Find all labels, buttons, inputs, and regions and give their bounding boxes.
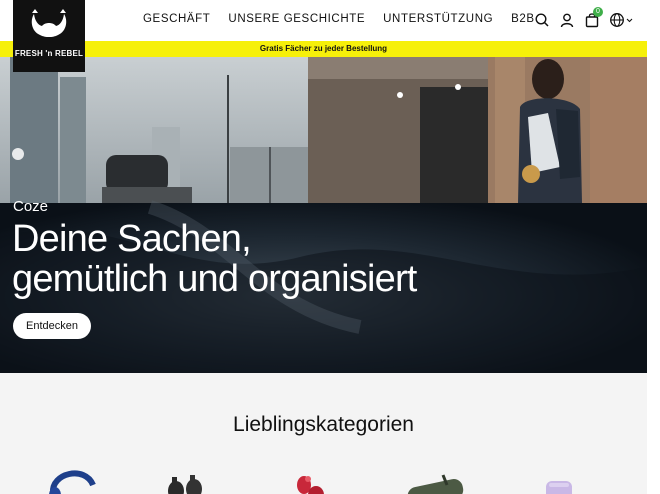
- announcement-bar: Gratis Fächer zu jeder Bestellung: [0, 41, 647, 57]
- logo-wordmark: FRESH 'n REBEL: [14, 49, 84, 58]
- discover-button[interactable]: Entdecken: [13, 313, 91, 339]
- category-earbuds[interactable]: [160, 461, 220, 494]
- category-earbuds-red[interactable]: [290, 461, 350, 494]
- category-speaker[interactable]: [405, 461, 465, 494]
- hero-title-line-1: Deine Sachen,: [12, 218, 252, 260]
- headphones-icon: [49, 470, 96, 494]
- rebel-logo-icon: [31, 9, 67, 38]
- category-headphones[interactable]: [45, 461, 105, 494]
- powerbank-icon: [546, 481, 572, 494]
- page-scrollbar-area[interactable]: [647, 0, 660, 494]
- search-icon[interactable]: [534, 12, 550, 28]
- account-icon[interactable]: [559, 12, 575, 28]
- hero-subtitle: Coze: [13, 198, 49, 215]
- favorite-categories-section: Lieblingskategorien: [0, 373, 647, 494]
- speaker-icon: [407, 474, 464, 494]
- cart-count-badge: 0: [593, 7, 603, 17]
- hero-title-line-2: gemütlich und organisiert: [12, 258, 417, 300]
- nav-item-b2b[interactable]: B2B: [511, 13, 535, 25]
- category-powerbank[interactable]: [540, 461, 600, 494]
- earbuds-icon: [168, 475, 202, 494]
- chevron-down-icon: [626, 18, 633, 23]
- header-icons: 0: [534, 7, 633, 28]
- section-title: Lieblingskategorien: [233, 413, 414, 436]
- brand-logo[interactable]: FRESH 'n REBEL: [13, 0, 85, 72]
- globe-icon[interactable]: [609, 12, 633, 28]
- hero-image: [0, 57, 647, 373]
- nav-item-our-story[interactable]: UNSERE GESCHICHTE: [228, 13, 365, 25]
- nav-item-support[interactable]: UNTERSTÜTZUNG: [383, 13, 493, 25]
- hero-banner: Coze Deine Sachen, gemütlich und organis…: [0, 57, 647, 373]
- hero-title: Deine Sachen, gemütlich und organisiert: [12, 219, 417, 299]
- site-header: GESCHÄFT UNSERE GESCHICHTE UNTERSTÜTZUNG…: [0, 0, 647, 41]
- red-earbuds-icon: [297, 476, 324, 494]
- cart-icon[interactable]: 0: [584, 7, 603, 28]
- main-nav: GESCHÄFT UNSERE GESCHICHTE UNTERSTÜTZUNG…: [143, 13, 535, 25]
- nav-item-shop[interactable]: GESCHÄFT: [143, 13, 210, 25]
